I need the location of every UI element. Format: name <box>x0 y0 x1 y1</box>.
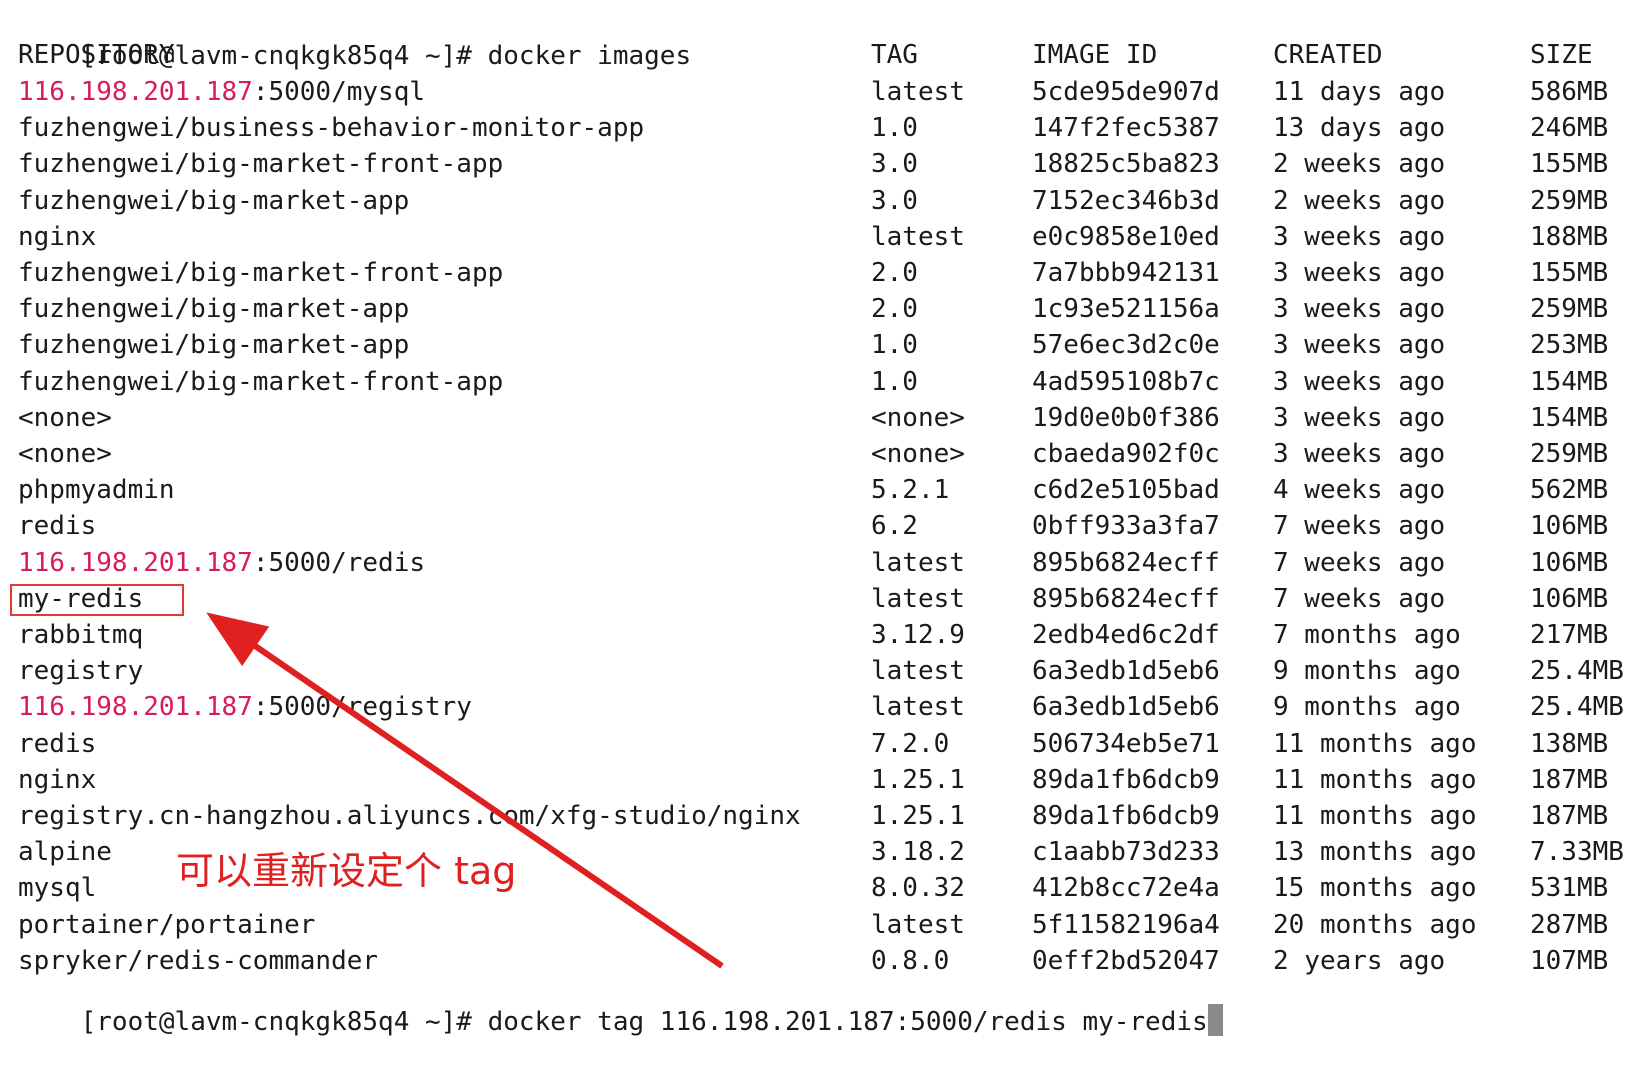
annotation-text: 可以重新设定个 tag <box>176 849 517 893</box>
terminal-window[interactable]: [root@lavm-cnqkgk85q4 ~]# docker images … <box>0 0 1636 1037</box>
annotation-arrow-line <box>206 612 724 969</box>
